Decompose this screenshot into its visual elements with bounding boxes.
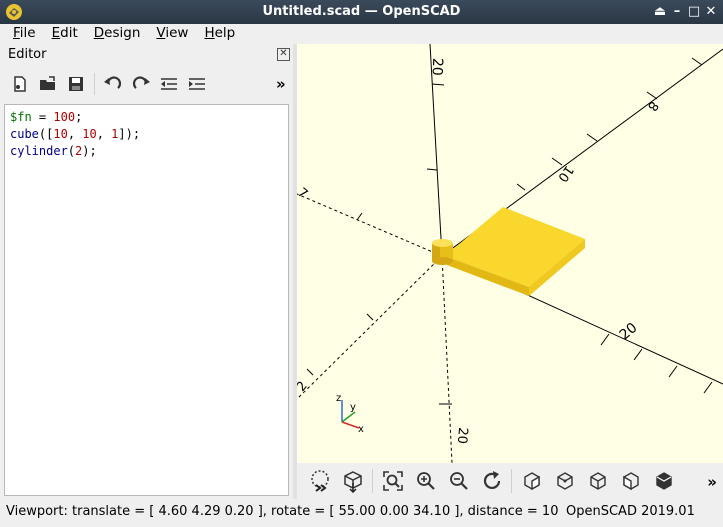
view-front-icon[interactable] [647,466,680,496]
code-token: ; [75,110,83,124]
view-right-icon[interactable] [515,466,548,496]
editor-panel: Editor ✕ » $fn = 100; cube([10, 10, 1]); c… [0,44,293,499]
gizmo-z-label: z [336,393,341,404]
menu-design[interactable]: Design [86,24,149,44]
editor-toolbar [6,70,291,98]
more-icon[interactable]: » [276,75,289,93]
code-token: , [96,127,112,141]
y-axis-label: 10 [554,162,576,184]
editor-title: Editor [8,47,47,62]
code-editor[interactable]: $fn = 100; cube([10, 10, 1]); cylinder(2); [4,104,289,496]
view-left-icon[interactable] [614,466,647,496]
toolbar-separator [94,73,95,95]
unindent-icon[interactable] [155,71,183,97]
cylinder-model [432,239,453,265]
code-token: cube [10,127,39,141]
axes-gizmo: z y x [336,393,364,435]
viewport-status: Viewport: translate = [ 4.60 4.29 0.20 ]… [6,504,559,519]
code-token: 10 [82,127,97,141]
up-icon[interactable]: ⏏ [652,3,668,21]
toolbar-separator [511,469,512,493]
redo-icon[interactable] [127,71,155,97]
maximize-icon[interactable]: □ [686,3,702,21]
x-axis-label: 20 [617,320,641,344]
menu-bar: File Edit Design View Help [0,24,723,44]
open-file-icon[interactable] [34,71,62,97]
neg-x-axis [297,193,443,257]
title-bar: Untitled.scad — OpenSCAD ⏏ – □ ✕ [0,0,723,24]
cube-model [445,207,585,296]
z-axis-label: 20 [429,58,446,76]
window-title: Untitled.scad — OpenSCAD [262,4,461,19]
code-line[interactable]: $fn = 100; [10,109,288,126]
zoom-out-icon[interactable] [442,466,475,496]
viewport-canvas: 20 20 10 8 20 7 2 z y x [297,44,723,463]
neg-z-axis [441,255,453,463]
close-editor-icon[interactable]: ✕ [277,48,290,61]
render-icon[interactable] [336,466,369,496]
code-token: , [67,127,83,141]
view-toolbar: » [297,463,723,499]
view-bottom-icon[interactable] [581,466,614,496]
code-token: 100 [53,110,76,124]
neg-x-label: 7 [297,185,310,202]
indent-icon[interactable] [183,71,211,97]
code-token: ( [67,144,76,158]
code-token: ]); [118,127,141,141]
undo-icon[interactable] [99,71,127,97]
more-icon[interactable]: » [707,473,717,491]
menu-help[interactable]: Help [196,24,243,44]
code-token: $fn [10,110,32,124]
version-label: OpenSCAD 2019.01 [566,504,695,519]
new-file-icon[interactable] [6,71,34,97]
gizmo-x-label: x [358,424,364,435]
3d-viewport[interactable]: 20 20 10 8 20 7 2 z y x [297,44,723,463]
code-token: = [31,110,54,124]
view-top-icon[interactable] [548,466,581,496]
save-icon[interactable] [62,71,90,97]
close-icon[interactable]: ✕ [703,3,719,21]
neg-z-label: 20 [454,427,470,445]
status-bar: Viewport: translate = [ 4.60 4.29 0.20 ]… [0,501,723,527]
y-far-label: 8 [644,98,661,113]
neg-y-axis [297,255,443,400]
menu-edit[interactable]: Edit [44,24,86,44]
view-all-icon[interactable] [376,466,409,496]
neg-x-far-label: 2 [297,379,311,395]
code-line[interactable]: cube([10, 10, 1]); [10,126,288,143]
code-token: ); [82,144,97,158]
preview-icon[interactable] [303,466,336,496]
code-line[interactable]: cylinder(2); [10,143,288,160]
reset-view-icon[interactable] [475,466,508,496]
code-token: 10 [53,127,68,141]
menu-file[interactable]: File [5,24,44,44]
code-token: ([ [38,127,54,141]
gizmo-y-label: y [350,402,356,413]
zoom-in-icon[interactable] [409,466,442,496]
menu-view[interactable]: View [148,24,196,44]
toolbar-separator [372,469,373,493]
code-token: cylinder [10,144,68,158]
minimize-icon[interactable]: – [669,3,685,21]
